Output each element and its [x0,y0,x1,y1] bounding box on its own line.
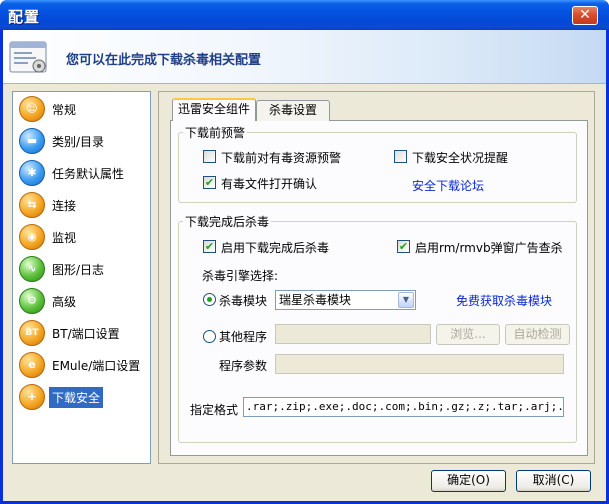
browse-button[interactable]: 浏览... [436,324,500,345]
sidebar-item-category-folder[interactable]: ▬ 类别/目录 [14,125,150,157]
file-formats-label: 指定格式 [190,403,239,417]
group-title: 下载完成后杀毒 [183,213,272,230]
checkbox-label: 有毒文件打开确认 [221,177,318,191]
title-bar[interactable]: 配置 ✕ [0,0,609,30]
radio-label: 其他程序 [219,330,268,344]
pre-download-warning-group [178,132,577,203]
general-icon: ☺ [19,96,45,122]
checkbox-label: 启用rm/rmvb弹窗广告查杀 [415,241,563,255]
settings-document-icon [9,41,47,73]
advanced-icon: ⚙ [19,288,45,314]
chevron-down-icon[interactable]: ▼ [398,292,414,308]
engine-selection-label: 杀毒引擎选择: [202,269,279,283]
settings-category-list[interactable]: ☺ 常规 ▬ 类别/目录 ✱ 任务默认属性 ⇆ 连接 ◉ 监视 ∿ 图形/日志 … [12,91,151,464]
other-program-path-input[interactable] [275,324,431,344]
cancel-button[interactable]: 取消(C) [516,470,591,492]
sidebar-item-advanced[interactable]: ⚙ 高级 [14,285,150,317]
sidebar-item-emule-port[interactable]: e EMule/端口设置 [14,349,150,381]
emule-icon: e [19,352,45,378]
sidebar-item-graph-log[interactable]: ∿ 图形/日志 [14,253,150,285]
infected-file-open-confirm-checkbox[interactable]: ✔ [203,176,216,189]
graph-log-icon: ∿ [19,256,45,282]
task-properties-icon: ✱ [19,160,45,186]
sidebar-item-label: 常规 [52,103,77,117]
sidebar-item-label: 图形/日志 [52,263,105,277]
file-formats-input[interactable]: .rar;.zip;.exe;.doc;.com;.bin;.gz;.z;.ta… [243,397,564,417]
sidebar-item-label: EMule/端口设置 [52,359,141,373]
sidebar-item-label: BT/端口设置 [52,327,120,341]
connection-icon: ⇆ [19,192,45,218]
sidebar-item-label: 高级 [52,295,77,309]
program-params-label: 程序参数 [219,359,268,373]
sidebar-item-connection[interactable]: ⇆ 连接 [14,189,150,221]
checkbox-label: 启用下载完成后杀毒 [221,241,330,255]
tab-xunlei-security-components[interactable]: 迅雷安全组件 [172,98,256,121]
antivirus-module-radio[interactable] [203,293,216,306]
rmvb-popup-ad-scan-checkbox[interactable]: ✔ [397,240,410,253]
sidebar-item-task-defaults[interactable]: ✱ 任务默认属性 [14,157,150,189]
download-security-icon: + [19,384,45,410]
checkbox-label: 下载安全状况提醒 [412,151,509,165]
security-status-reminder-checkbox[interactable] [394,150,407,163]
tab-antivirus-settings[interactable]: 杀毒设置 [256,100,330,121]
monitor-icon: ◉ [19,224,45,250]
folder-icon: ▬ [19,128,45,154]
group-title: 下载前预警 [183,124,248,141]
window-title: 配置 [8,8,41,26]
autodetect-button[interactable]: 自动检测 [505,324,570,345]
scan-after-download-checkbox[interactable]: ✔ [203,240,216,253]
program-params-input[interactable] [275,354,564,374]
sidebar-item-label: 连接 [52,199,77,213]
bt-icon: BT [19,320,45,346]
sidebar-item-label: 任务默认属性 [52,167,125,181]
sidebar-item-bt-port[interactable]: BT BT/端口设置 [14,317,150,349]
pre-download-warning-checkbox[interactable] [203,150,216,163]
sidebar-item-monitor[interactable]: ◉ 监视 [14,221,150,253]
sidebar-item-label: 类别/目录 [52,135,105,149]
security-forum-link[interactable]: 安全下载论坛 [412,177,484,194]
close-button[interactable]: ✕ [572,6,598,25]
selected-value: 瑞星杀毒模块 [279,293,352,307]
banner-description: 您可以在此完成下载杀毒相关配置 [66,53,262,68]
other-program-radio[interactable] [203,330,216,343]
antivirus-module-select[interactable]: 瑞星杀毒模块 ▼ [275,290,416,310]
checkbox-label: 下载前对有毒资源预警 [221,151,342,165]
ok-button[interactable]: 确定(O) [431,470,506,492]
radio-label: 杀毒模块 [219,294,268,308]
sidebar-item-general[interactable]: ☺ 常规 [14,93,150,125]
free-module-link[interactable]: 免费获取杀毒模块 [456,292,552,309]
sidebar-item-label: 下载安全 [49,387,104,408]
sidebar-item-label: 监视 [52,231,77,245]
sidebar-item-download-security[interactable]: + 下载安全 [14,381,150,413]
